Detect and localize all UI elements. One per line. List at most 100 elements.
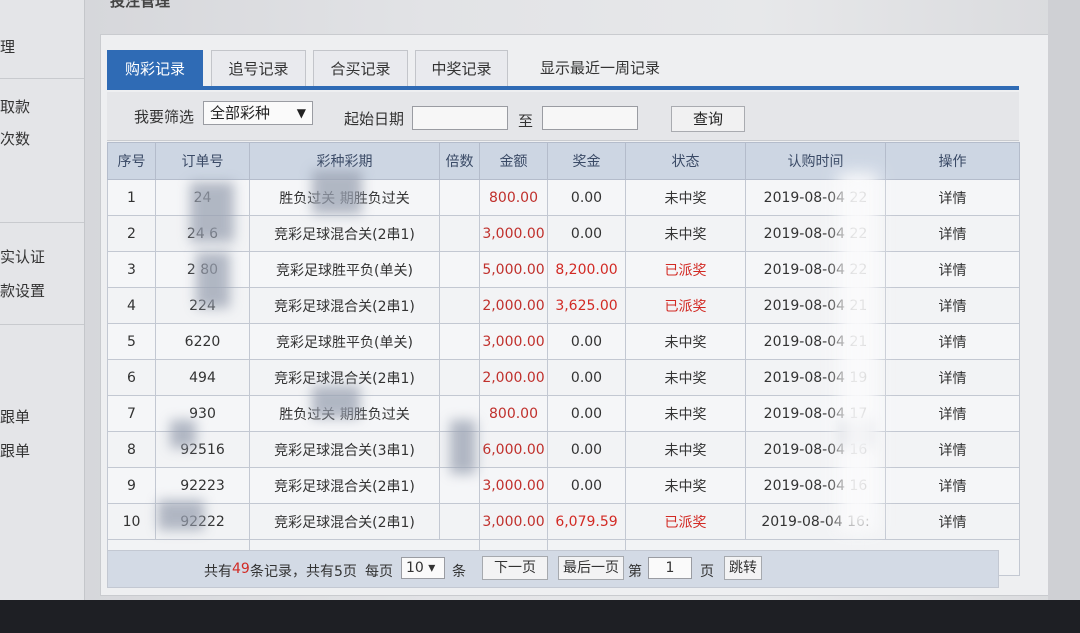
tab-chase-records[interactable]: 追号记录 [211, 50, 306, 86]
cell-no: 9 [107, 467, 156, 504]
header-amount: 金额 [479, 142, 548, 180]
header-no: 序号 [107, 142, 156, 180]
jump-button[interactable]: 跳转 [724, 556, 762, 580]
table-row: 32 80竞彩足球胜平负(单关)5,000.008,200.00已派奖2019-… [107, 251, 1020, 288]
cell-no: 8 [107, 431, 156, 468]
detail-link[interactable]: 详情 [885, 179, 1020, 216]
tab-winning-records[interactable]: 中奖记录 [415, 50, 508, 86]
header-prize: 奖金 [547, 142, 626, 180]
page-unit: 页 [700, 564, 714, 580]
query-button[interactable]: 查询 [671, 106, 745, 132]
nav-item-times[interactable]: 次数 [0, 128, 30, 149]
cell-amount: 3,000.00 [479, 215, 548, 252]
cell-order-id: 92223 [155, 467, 250, 504]
cell-no: 1 [107, 179, 156, 216]
cell-amount: 800.00 [479, 179, 548, 216]
cell-multiple [439, 287, 480, 324]
cell-prize: 0.00 [547, 359, 626, 396]
cell-amount: 5,000.00 [479, 251, 548, 288]
per-page-label: 每页 [365, 564, 393, 580]
per-page-unit: 条 [452, 564, 466, 580]
privacy-blur [170, 420, 196, 448]
cell-lottery: 竞彩足球混合关(2串1) [249, 215, 440, 252]
cell-status: 已派奖 [625, 251, 746, 288]
privacy-blur [190, 182, 234, 242]
cell-prize: 0.00 [547, 467, 626, 504]
cell-status: 已派奖 [625, 503, 746, 540]
tab-underline [107, 86, 1019, 90]
header-multiple: 倍数 [439, 142, 480, 180]
detail-link[interactable]: 详情 [885, 503, 1020, 540]
to-label: 至 [518, 112, 534, 130]
cell-status: 未中奖 [625, 431, 746, 468]
records-suffix: 条记录，共有5页 [250, 564, 357, 580]
cell-no: 6 [107, 359, 156, 396]
monitor-bezel [0, 600, 1080, 633]
cell-prize: 6,079.59 [547, 503, 626, 540]
cell-multiple [439, 179, 480, 216]
privacy-blur [196, 252, 230, 308]
cell-order-id: 6220 [155, 323, 250, 360]
cell-status: 已派奖 [625, 287, 746, 324]
cell-lottery: 竞彩足球胜平负(单关) [249, 251, 440, 288]
cell-multiple [439, 323, 480, 360]
start-date-input[interactable] [412, 106, 508, 130]
screen: 理 取款 次数 实认证 款设置 跟单 跟单 投注管理 购彩记录 追号记录 合买记… [0, 0, 1080, 633]
cell-status: 未中奖 [625, 395, 746, 432]
cell-lottery: 竞彩足球混合关(2串1) [249, 287, 440, 324]
cell-amount: 6,000.00 [479, 431, 548, 468]
tab-purchase-records[interactable]: 购彩记录 [107, 50, 203, 86]
table-row: 124胜负过关 期胜负过关800.000.00未中奖2019-08-04 22详… [107, 179, 1020, 216]
tab-joint-purchase-records[interactable]: 合买记录 [313, 50, 408, 86]
privacy-blur [158, 500, 204, 530]
end-date-input[interactable] [542, 106, 638, 130]
nav-item-follow-1[interactable]: 跟单 [0, 406, 30, 427]
last-page-button[interactable]: 最后一页 [558, 556, 624, 580]
detail-link[interactable]: 详情 [885, 395, 1020, 432]
cell-status: 未中奖 [625, 467, 746, 504]
detail-link[interactable]: 详情 [885, 323, 1020, 360]
detail-link[interactable]: 详情 [885, 215, 1020, 252]
cell-prize: 0.00 [547, 395, 626, 432]
cell-prize: 0.00 [547, 179, 626, 216]
cell-lottery: 竞彩足球混合关(2串1) [249, 503, 440, 540]
cell-no: 7 [107, 395, 156, 432]
page-title: 投注管理 [110, 0, 171, 10]
lottery-type-select[interactable]: 全部彩种 ▼ [203, 101, 313, 125]
cell-amount: 3,000.00 [479, 323, 548, 360]
left-nav: 理 取款 次数 实认证 款设置 跟单 跟单 [0, 0, 85, 600]
privacy-blur [312, 170, 362, 214]
cell-lottery: 竞彩足球胜平负(单关) [249, 323, 440, 360]
page-number-input[interactable]: 1 [648, 557, 692, 579]
next-page-button[interactable]: 下一页 [482, 556, 548, 580]
table-row: 1092222竞彩足球混合关(2串1)3,000.006,079.59已派奖20… [107, 503, 1020, 540]
cell-prize: 0.00 [547, 431, 626, 468]
detail-link[interactable]: 详情 [885, 359, 1020, 396]
detail-link[interactable]: 详情 [885, 431, 1020, 468]
records-prefix: 共有 [204, 564, 232, 580]
nav-item-withdraw[interactable]: 取款 [0, 96, 30, 117]
detail-link[interactable]: 详情 [885, 251, 1020, 288]
privacy-blur [838, 172, 878, 532]
nav-item-follow-2[interactable]: 跟单 [0, 440, 30, 461]
header-action: 操作 [885, 142, 1020, 180]
header-order: 订单号 [155, 142, 250, 180]
cell-prize: 0.00 [547, 323, 626, 360]
table-row: 7 930 胜负过关 期胜负过关 800.00 0.00 未中奖 2019-08-04 17… [107, 395, 1020, 432]
filter-label: 我要筛选 [134, 108, 195, 126]
table-row: 4224竞彩足球混合关(2串1)2,000.003,625.00已派奖2019-… [107, 287, 1020, 324]
pagination-bar: 共有 49 条记录，共有5页 每页 10 ▾ 条 下一页 最后一页 第 1 页 … [107, 550, 999, 588]
recent-week-link[interactable]: 显示最近一周记录 [540, 50, 660, 86]
detail-link[interactable]: 详情 [885, 467, 1020, 504]
cell-prize: 3,625.00 [547, 287, 626, 324]
detail-link[interactable]: 详情 [885, 287, 1020, 324]
cell-amount: 3,000.00 [479, 467, 548, 504]
lottery-select-value: 全部彩种 [210, 104, 271, 122]
table-row: 224 6竞彩足球混合关(2串1)3,000.000.00未中奖2019-08-… [107, 215, 1020, 252]
nav-item-manage[interactable]: 理 [0, 36, 15, 57]
table-row: 5 6220 竞彩足球胜平负(单关) 3,000.00 0.00 未中奖 2019-08-0… [107, 323, 1020, 360]
table-header-row: 序号 订单号 彩种彩期 倍数 金额 奖金 状态 认购时间 操作 [107, 142, 1020, 180]
page-size-select[interactable]: 10 ▾ [401, 557, 445, 579]
privacy-blur [450, 420, 476, 474]
cell-amount: 2,000.00 [479, 287, 548, 324]
